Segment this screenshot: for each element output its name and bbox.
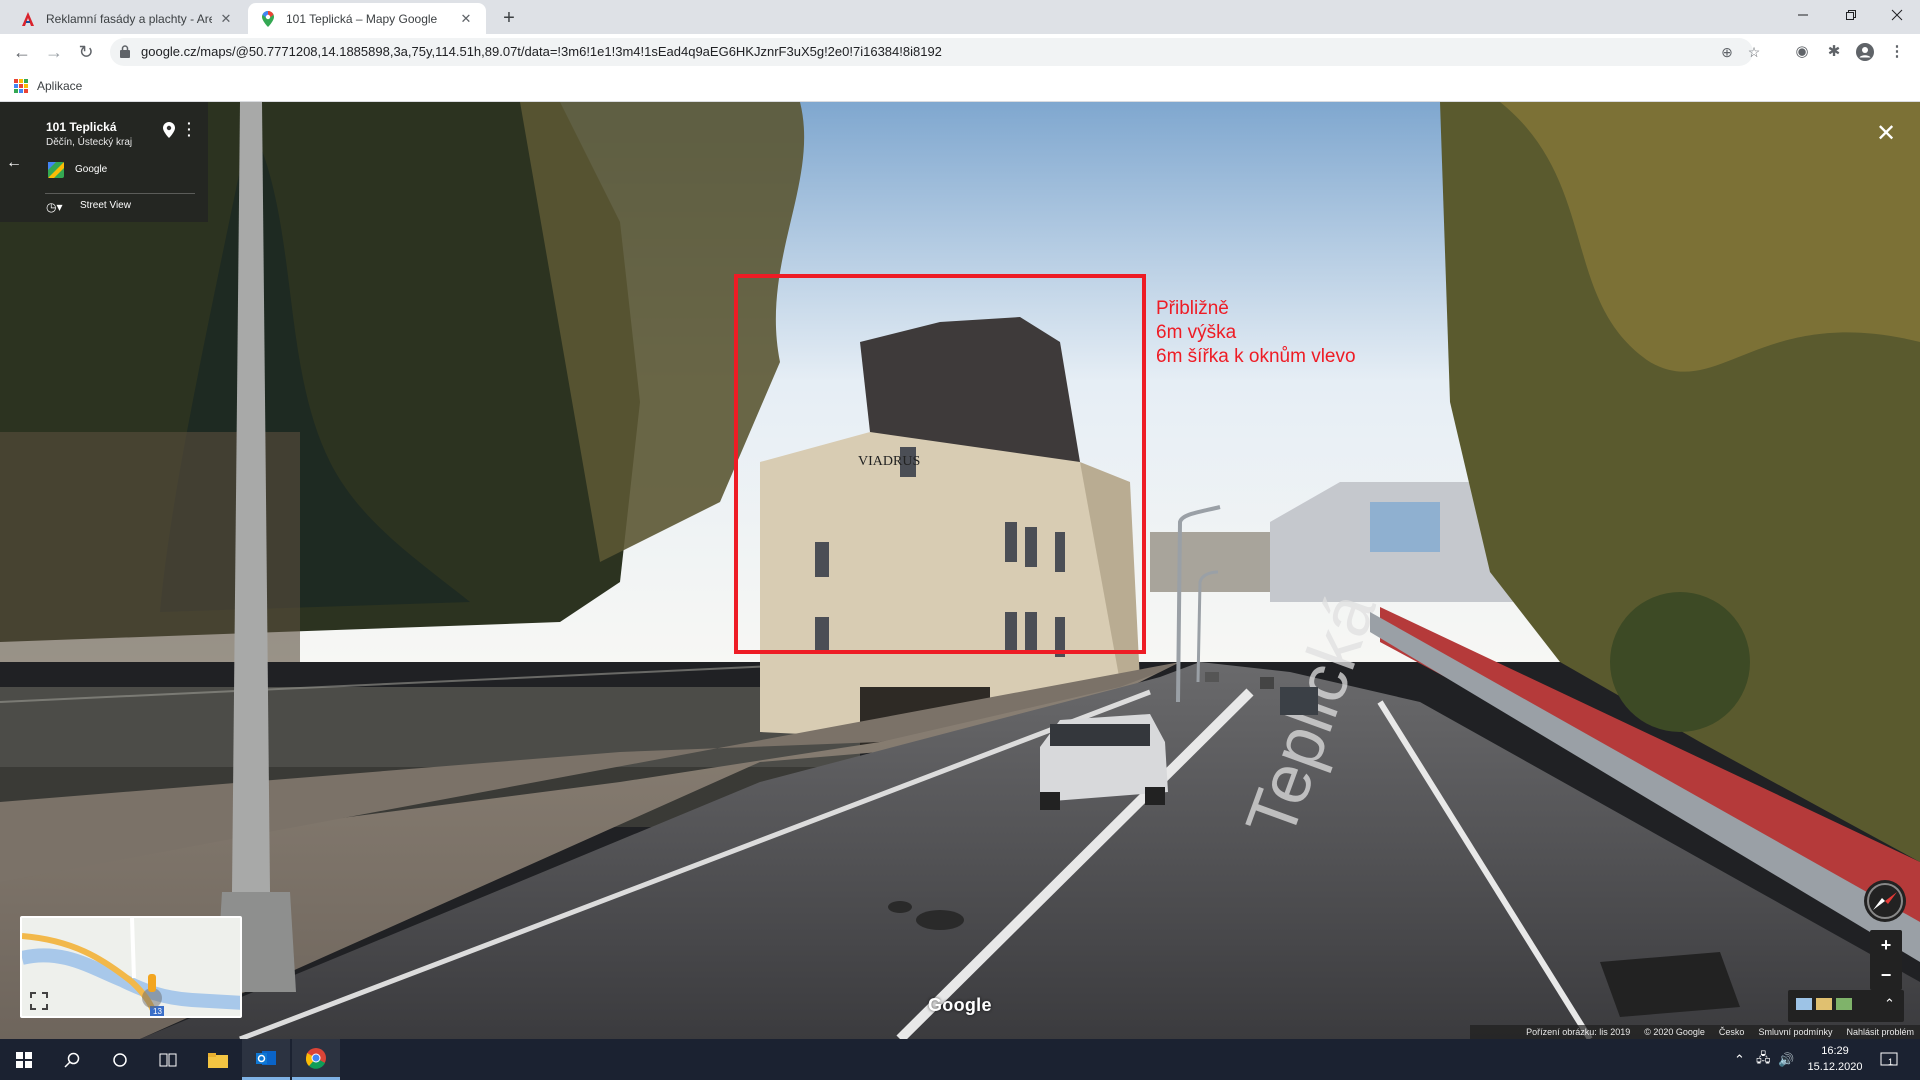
report-problem-link[interactable]: Nahlásit problém bbox=[1846, 1027, 1914, 1037]
clock-time: 16:29 bbox=[1821, 1045, 1849, 1057]
street-view-info-card: ← 101 Teplická Děčín, Ústecký kraj · · · G… bbox=[0, 102, 208, 222]
street-view-label: Street View bbox=[80, 200, 131, 211]
cortana-icon[interactable] bbox=[96, 1039, 144, 1080]
file-explorer-icon[interactable] bbox=[194, 1039, 242, 1080]
areko-icon bbox=[20, 11, 36, 27]
map-footer: Pořízení obrázku: lis 2019 © 2020 Google… bbox=[1470, 1025, 1920, 1039]
provider-label: Google bbox=[75, 164, 108, 175]
tab-google-maps[interactable]: 101 Teplická – Mapy Google ✕ bbox=[248, 3, 486, 34]
tray-overflow-icon[interactable]: ⌃ bbox=[1734, 1039, 1745, 1080]
reload-icon[interactable]: ↻ bbox=[74, 40, 98, 64]
google-maps-logo-icon bbox=[48, 162, 64, 178]
apps-label: Aplikace bbox=[37, 79, 83, 93]
chrome-icon[interactable] bbox=[292, 1039, 340, 1080]
extension-icon[interactable]: ◉ bbox=[1793, 43, 1811, 61]
task-view-icon[interactable] bbox=[144, 1039, 192, 1080]
puzzle-icon[interactable]: ✱ bbox=[1825, 43, 1843, 61]
address-bar[interactable]: google.cz/maps/@50.7771208,14.1885898,3a… bbox=[110, 38, 1760, 66]
capture-date: Pořízení obrázku: lis 2019 bbox=[1526, 1027, 1631, 1037]
car-foreground bbox=[1040, 714, 1168, 810]
restore-button[interactable] bbox=[1828, 0, 1874, 30]
compass-icon[interactable] bbox=[1864, 880, 1906, 922]
close-window-button[interactable] bbox=[1874, 0, 1920, 30]
notification-center-icon[interactable]: 1 bbox=[1880, 1039, 1898, 1080]
annotation-rectangle bbox=[734, 274, 1146, 654]
url-text[interactable]: google.cz/maps/@50.7771208,14.1885898,3a… bbox=[141, 38, 942, 66]
google-maps-icon bbox=[260, 10, 276, 27]
back-icon[interactable]: ← bbox=[10, 40, 34, 64]
copyright: © 2020 Google bbox=[1644, 1027, 1705, 1037]
more-options-icon[interactable]: · · · bbox=[187, 116, 192, 142]
location-pin-icon[interactable] bbox=[163, 122, 175, 138]
place-subtitle: Děčín, Ústecký kraj bbox=[46, 137, 133, 148]
close-icon[interactable]: ✕ bbox=[458, 11, 474, 27]
profile-avatar-icon[interactable] bbox=[1856, 43, 1874, 61]
country-link[interactable]: Česko bbox=[1719, 1027, 1745, 1037]
clock-date: 15.12.2020 bbox=[1807, 1061, 1863, 1073]
chevron-up-icon[interactable]: ⌃ bbox=[1884, 996, 1895, 1012]
forward-icon[interactable]: → bbox=[42, 40, 66, 64]
tab-title: 101 Teplická – Mapy Google bbox=[286, 11, 438, 26]
info-divider bbox=[45, 193, 195, 194]
star-icon[interactable]: ☆ bbox=[1746, 44, 1762, 60]
minimize-button[interactable] bbox=[1780, 0, 1826, 30]
lock-icon bbox=[120, 45, 130, 58]
imagery-switcher[interactable]: ⌃ bbox=[1788, 990, 1904, 1022]
notification-count: 1 bbox=[1888, 1056, 1894, 1067]
start-windows-icon[interactable] bbox=[0, 1039, 48, 1080]
more-menu-icon[interactable]: ⋮ bbox=[1888, 43, 1906, 61]
close-icon[interactable]: ✕ bbox=[218, 11, 234, 27]
apps-shortcut[interactable]: Aplikace bbox=[14, 79, 82, 93]
bookmarks-bar: Aplikace bbox=[0, 70, 1920, 102]
zoom-control: + − bbox=[1870, 930, 1902, 990]
back-arrow-icon[interactable]: ← bbox=[6, 154, 22, 172]
history-clock-icon[interactable]: ◷▾ bbox=[46, 200, 68, 214]
terms-link[interactable]: Smluvní podmínky bbox=[1758, 1027, 1832, 1037]
annotation-text: Přibližně 6m výška 6m šířka k oknům vlev… bbox=[1156, 298, 1356, 367]
browser-toolbar: ← → ↻ google.cz/maps/@50.7771208,14.1885… bbox=[0, 34, 1920, 70]
layer-thumbnail[interactable] bbox=[1836, 998, 1852, 1010]
tab-strip: Reklamní fasády a plachty - Areko ✕ 101 … bbox=[0, 0, 1920, 34]
system-clock[interactable]: 16:29 15.12.2020 bbox=[1800, 1043, 1870, 1075]
volume-icon[interactable]: 🔊 bbox=[1778, 1039, 1794, 1080]
taskbar: ⌃ 🖧 🔊 16:29 15.12.2020 1 bbox=[0, 1039, 1920, 1080]
network-icon[interactable]: 🖧 bbox=[1756, 1039, 1771, 1080]
apps-grid-icon bbox=[14, 79, 28, 93]
install-app-icon[interactable]: ⊕ bbox=[1719, 44, 1735, 60]
search-icon[interactable] bbox=[48, 1039, 96, 1080]
layer-thumbnail[interactable] bbox=[1816, 998, 1832, 1010]
tab-title: Reklamní fasády a plachty - Areko bbox=[46, 11, 212, 26]
zoom-out-button[interactable]: − bbox=[1870, 960, 1902, 990]
tab-areko[interactable]: Reklamní fasády a plachty - Areko ✕ bbox=[8, 3, 246, 34]
google-watermark: Google bbox=[928, 995, 992, 1015]
expand-icon[interactable] bbox=[30, 992, 48, 1010]
place-title: 101 Teplická bbox=[46, 120, 117, 134]
layer-thumbnail[interactable] bbox=[1796, 998, 1812, 1010]
zoom-in-button[interactable]: + bbox=[1870, 930, 1902, 960]
road-number-label: 13 bbox=[153, 1007, 162, 1016]
mini-map[interactable]: 13 bbox=[20, 916, 242, 1018]
close-icon[interactable]: ✕ bbox=[1872, 120, 1900, 148]
outlook-icon[interactable] bbox=[242, 1039, 290, 1080]
new-tab-button[interactable]: + bbox=[496, 6, 522, 32]
